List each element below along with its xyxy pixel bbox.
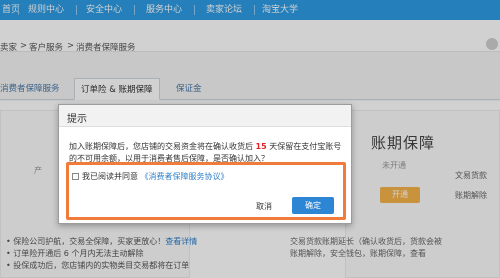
agreement-link[interactable]: 《消费者保障服务协议》 xyxy=(141,172,229,181)
agree-label: 我已阅读并同意 xyxy=(82,172,138,181)
dialog-title: 提示 xyxy=(67,114,87,125)
cancel-button[interactable]: 取消 xyxy=(256,201,272,212)
agreement-row: 我已阅读并同意 《消费者保障服务协议》 xyxy=(72,171,229,182)
days-count: 15 xyxy=(255,142,267,151)
dialog-header: 提示 xyxy=(59,105,351,127)
agree-checkbox[interactable] xyxy=(72,173,79,180)
confirm-button[interactable]: 确定 xyxy=(292,197,334,214)
